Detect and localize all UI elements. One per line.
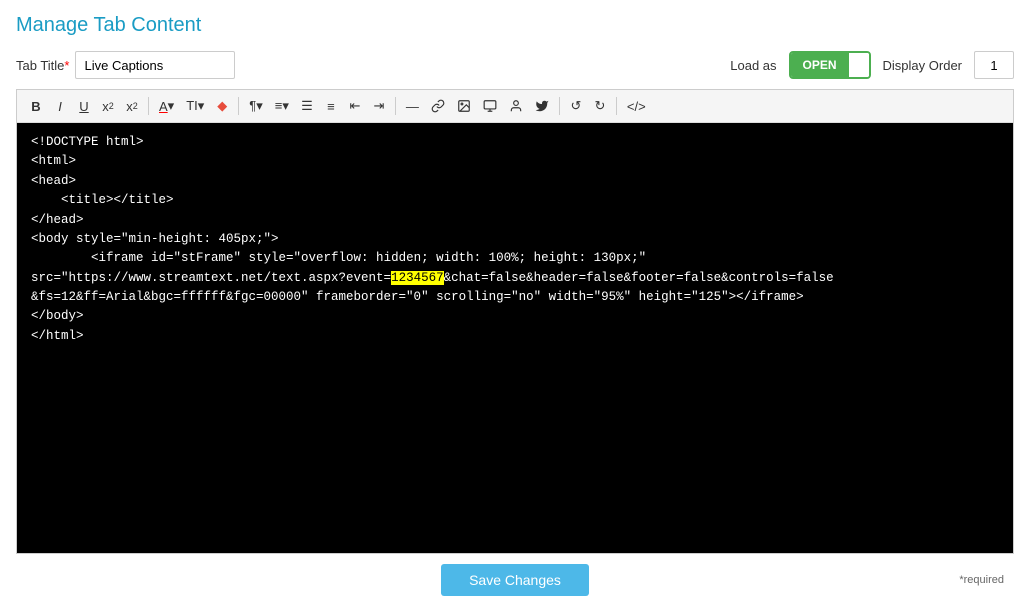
italic-button[interactable]: I: [49, 94, 71, 118]
subscript-button[interactable]: x2: [97, 94, 119, 118]
code-highlight: 1234567: [391, 271, 444, 285]
code-line-7: <iframe id="stFrame" style="overflow: hi…: [31, 251, 646, 265]
code-editor[interactable]: <!DOCTYPE html> <html> <head> <title></t…: [17, 123, 1013, 553]
underline-button[interactable]: U: [73, 94, 95, 118]
top-bar-right: Load as OPEN Display Order: [730, 51, 1014, 79]
unordered-list-button[interactable]: ☰: [296, 94, 318, 118]
indent-right-button[interactable]: ⇥: [368, 94, 390, 118]
twitter-button[interactable]: [530, 94, 554, 118]
superscript-button[interactable]: x2: [121, 94, 143, 118]
display-order-input[interactable]: [974, 51, 1014, 79]
indent-left-button[interactable]: ⇤: [344, 94, 366, 118]
code-line-3: <head>: [31, 174, 76, 188]
editor-container: B I U x2 x2 A▾ TI▾ ◆ ¶▾ ≡▾ ☰ ≡ ⇤ ⇥ —: [16, 89, 1014, 554]
required-note: *required: [959, 574, 1004, 586]
footer: Save Changes *required: [16, 554, 1014, 600]
code-line-5: </head>: [31, 213, 84, 227]
bold-button[interactable]: B: [25, 94, 47, 118]
load-as-label: Load as: [730, 58, 776, 73]
font-color-button[interactable]: A▾: [154, 94, 179, 118]
toolbar-separator-5: [616, 97, 617, 115]
paragraph-button[interactable]: ¶▾: [244, 94, 268, 118]
contact-button[interactable]: [504, 94, 528, 118]
align-button[interactable]: ≡▾: [270, 94, 294, 118]
top-bar: Tab Title* Load as OPEN Display Order: [16, 51, 1014, 79]
image-button[interactable]: [452, 94, 476, 118]
open-closed-toggle[interactable]: OPEN: [789, 51, 871, 79]
toggle-closed-option[interactable]: [849, 53, 869, 77]
redo-button[interactable]: ↻: [589, 94, 611, 118]
highlight-button[interactable]: ◆: [211, 94, 233, 118]
toolbar: B I U x2 x2 A▾ TI▾ ◆ ¶▾ ≡▾ ☰ ≡ ⇤ ⇥ —: [17, 90, 1013, 123]
code-line-1: <!DOCTYPE html>: [31, 135, 144, 149]
code-line-6: <body style="min-height: 405px;">: [31, 232, 279, 246]
toggle-open-option[interactable]: OPEN: [791, 53, 849, 77]
toolbar-separator-1: [148, 97, 149, 115]
code-line-9: &fs=12&ff=Arial&bgc=ffffff&fgc=00000" fr…: [31, 290, 804, 304]
display-order-label: Display Order: [883, 58, 962, 73]
code-line-10: </body>: [31, 309, 84, 323]
code-line-8-post: &chat=false&header=false&footer=false&co…: [444, 271, 834, 285]
font-size-button[interactable]: TI▾: [181, 94, 209, 118]
tab-title-label: Tab Title*: [16, 58, 69, 73]
video-button[interactable]: [478, 94, 502, 118]
hr-button[interactable]: —: [401, 94, 424, 118]
link-button[interactable]: [426, 94, 450, 118]
code-line-8-pre: src="https://www.streamtext.net/text.asp…: [31, 271, 391, 285]
ordered-list-button[interactable]: ≡: [320, 94, 342, 118]
source-button[interactable]: </>: [622, 94, 651, 118]
required-star: *: [64, 58, 69, 73]
save-changes-button[interactable]: Save Changes: [441, 564, 589, 596]
page-title: Manage Tab Content: [16, 14, 1014, 37]
undo-button[interactable]: ↺: [565, 94, 587, 118]
toolbar-separator-4: [559, 97, 560, 115]
code-line-4: <title></title>: [31, 193, 174, 207]
toolbar-separator-3: [395, 97, 396, 115]
tab-title-input[interactable]: [75, 51, 235, 79]
code-line-11: </html>: [31, 329, 84, 343]
code-line-2: <html>: [31, 154, 76, 168]
toolbar-separator-2: [238, 97, 239, 115]
